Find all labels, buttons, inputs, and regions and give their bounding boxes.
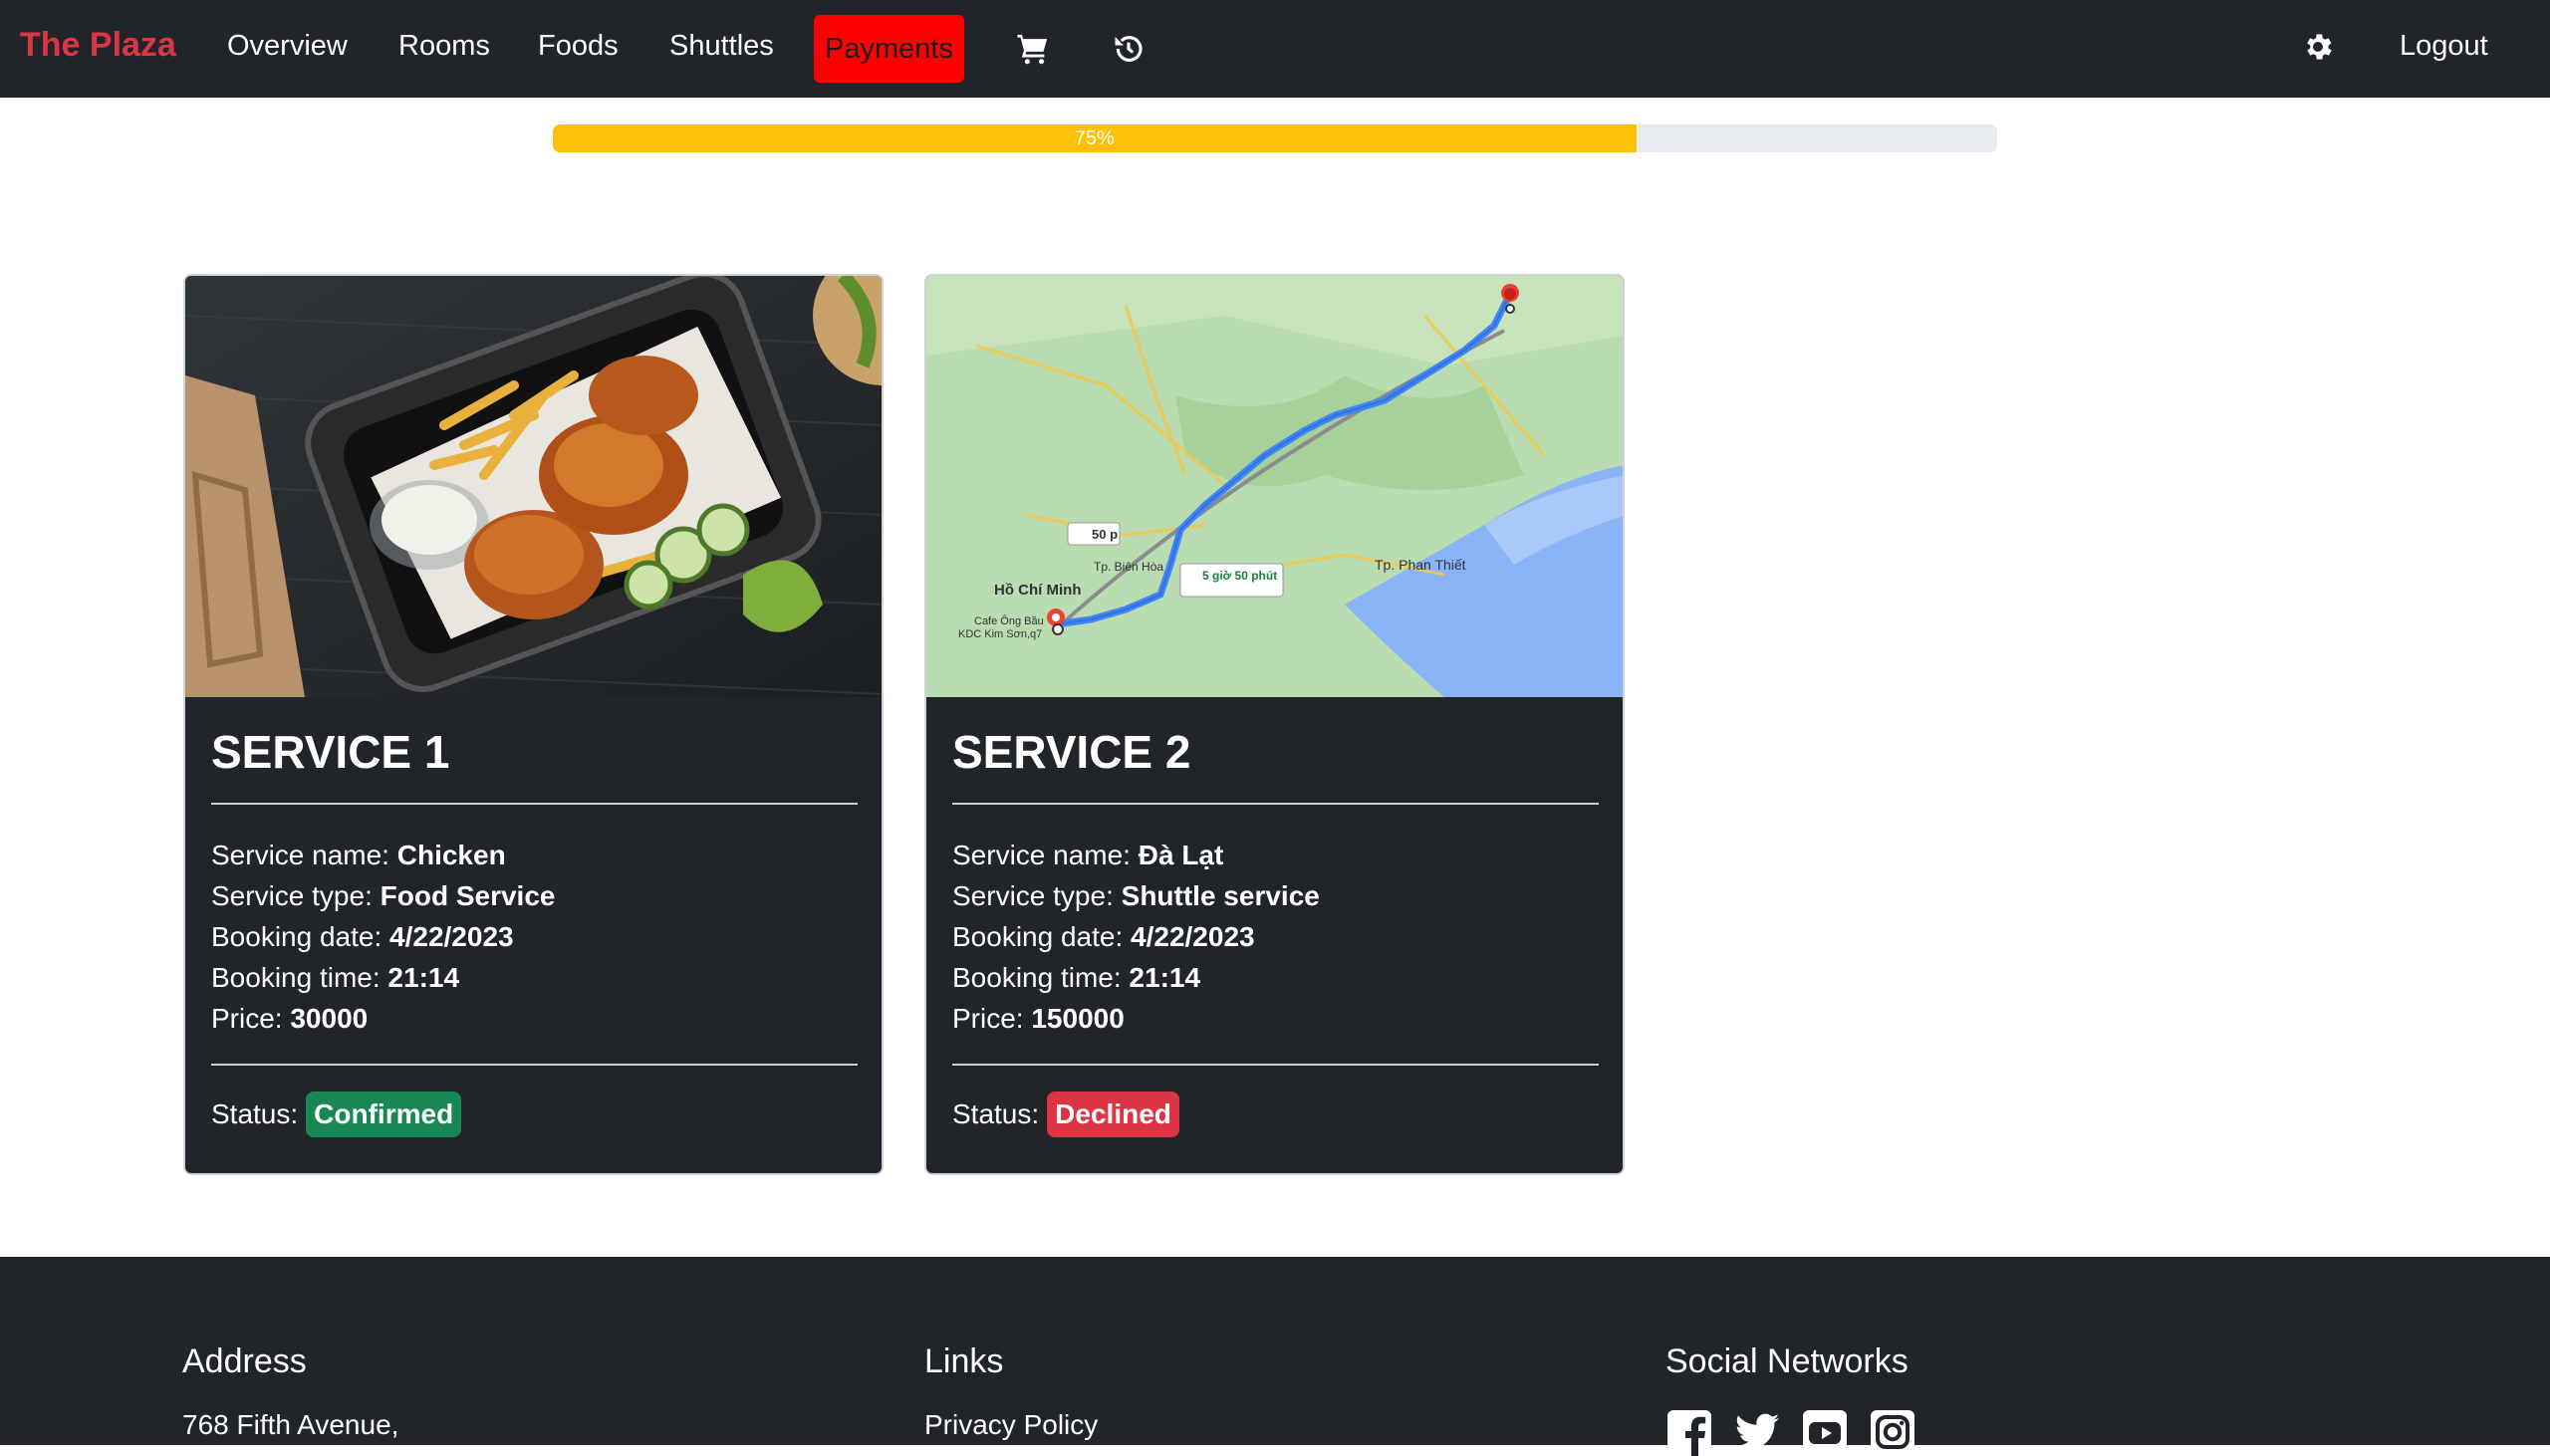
map-stop-label-1: Cafe Ông Bầu [974,614,1044,627]
map-flight-label: 50 p [1092,527,1118,542]
price-value: 30000 [290,1003,369,1034]
divider [952,1064,1599,1066]
footer-address-line: 768 Fifth Avenue, [182,1409,399,1440]
gear-icon[interactable] [2301,30,2335,64]
booking-date-label: Booking date: [211,921,390,952]
service-card-1-body: SERVICE 1 Service name: Chicken Service … [211,697,858,1137]
service-details: Service name: Đà Lạt Service type: Shutt… [952,835,1599,1039]
map-area-label: Tp. Phan Thiết [1375,557,1466,573]
facebook-icon[interactable] [1665,1408,1713,1456]
youtube-icon[interactable] [1801,1408,1849,1456]
nav-rooms[interactable]: Rooms [398,30,490,63]
service-type-value: Shuttle service [1121,880,1320,911]
service-name-value: Chicken [396,840,506,870]
service-type-label: Service type: [952,880,1122,911]
service-name-value: Đà Lạt [1138,840,1224,870]
status-badge: Confirmed [306,1092,462,1137]
service-name-label: Service name: [211,840,397,870]
twitter-icon[interactable] [1733,1408,1781,1456]
footer-social-heading: Social Networks [1665,1342,1909,1380]
service-card-1: SERVICE 1 Service name: Chicken Service … [183,274,884,1175]
divider [211,803,858,805]
service-card-2-body: SERVICE 2 Service name: Đà Lạt Service t… [952,697,1599,1137]
booking-date-value: 4/22/2023 [1131,921,1255,952]
map-stop-label-2: KDC Kim Sơn,q7 [958,628,1042,640]
progress-bar-fill: 75% [553,124,1637,152]
top-navbar: The Plaza Overview Rooms Foods Shuttles … [0,0,2550,98]
map-town-label: Tp. Biên Hòa [1094,560,1163,574]
price-value: 150000 [1031,1003,1125,1034]
status-label: Status: [952,1098,1040,1129]
service-type-label: Service type: [211,880,381,911]
status-row: Status: Declined [952,1092,1599,1137]
brand-logo[interactable]: The Plaza [20,26,176,65]
nav-foods[interactable]: Foods [538,30,619,63]
footer-privacy-link[interactable]: Privacy Policy [924,1409,1098,1441]
footer-address-heading: Address [182,1342,307,1380]
divider [952,803,1599,805]
price-label: Price: [952,1003,1032,1034]
fried-chicken-photo [185,276,882,697]
footer: Address 768 Fifth Avenue, Links Privacy … [0,1257,2550,1456]
status-label: Status: [211,1098,299,1129]
logout-link[interactable]: Logout [2400,30,2488,63]
divider [211,1064,858,1066]
booking-time-label: Booking time: [211,962,388,993]
status-badge: Declined [1047,1092,1179,1137]
nav-shuttles[interactable]: Shuttles [669,30,774,63]
service-title: SERVICE 2 [952,726,1191,778]
history-icon[interactable] [1112,32,1146,66]
nav-overview[interactable]: Overview [227,30,348,63]
service-name-label: Service name: [952,840,1139,870]
price-label: Price: [211,1003,291,1034]
service-type-value: Food Service [380,880,556,911]
booking-time-value: 21:14 [387,962,460,993]
service-details: Service name: Chicken Service type: Food… [211,835,858,1039]
booking-progress: 75% [553,124,1997,152]
nav-payments[interactable]: Payments [814,15,964,83]
booking-date-label: Booking date: [952,921,1132,952]
map-city-label: Hồ Chí Minh [994,582,1081,599]
booking-date-value: 4/22/2023 [389,921,514,952]
booking-time-value: 21:14 [1129,962,1201,993]
instagram-icon[interactable] [1869,1408,1916,1456]
service-title: SERVICE 1 [211,726,450,778]
status-row: Status: Confirmed [211,1092,858,1137]
map-drive-label: 5 giờ 50 phút [1202,569,1277,583]
booking-time-label: Booking time: [952,962,1130,993]
footer-links-heading: Links [924,1342,1004,1380]
route-map: 50 p 5 giờ 50 phút Hồ Chí Minh Tp. Biên … [926,276,1623,697]
service-card-2: 50 p 5 giờ 50 phút Hồ Chí Minh Tp. Biên … [924,274,1625,1175]
cart-icon[interactable] [1016,32,1050,66]
